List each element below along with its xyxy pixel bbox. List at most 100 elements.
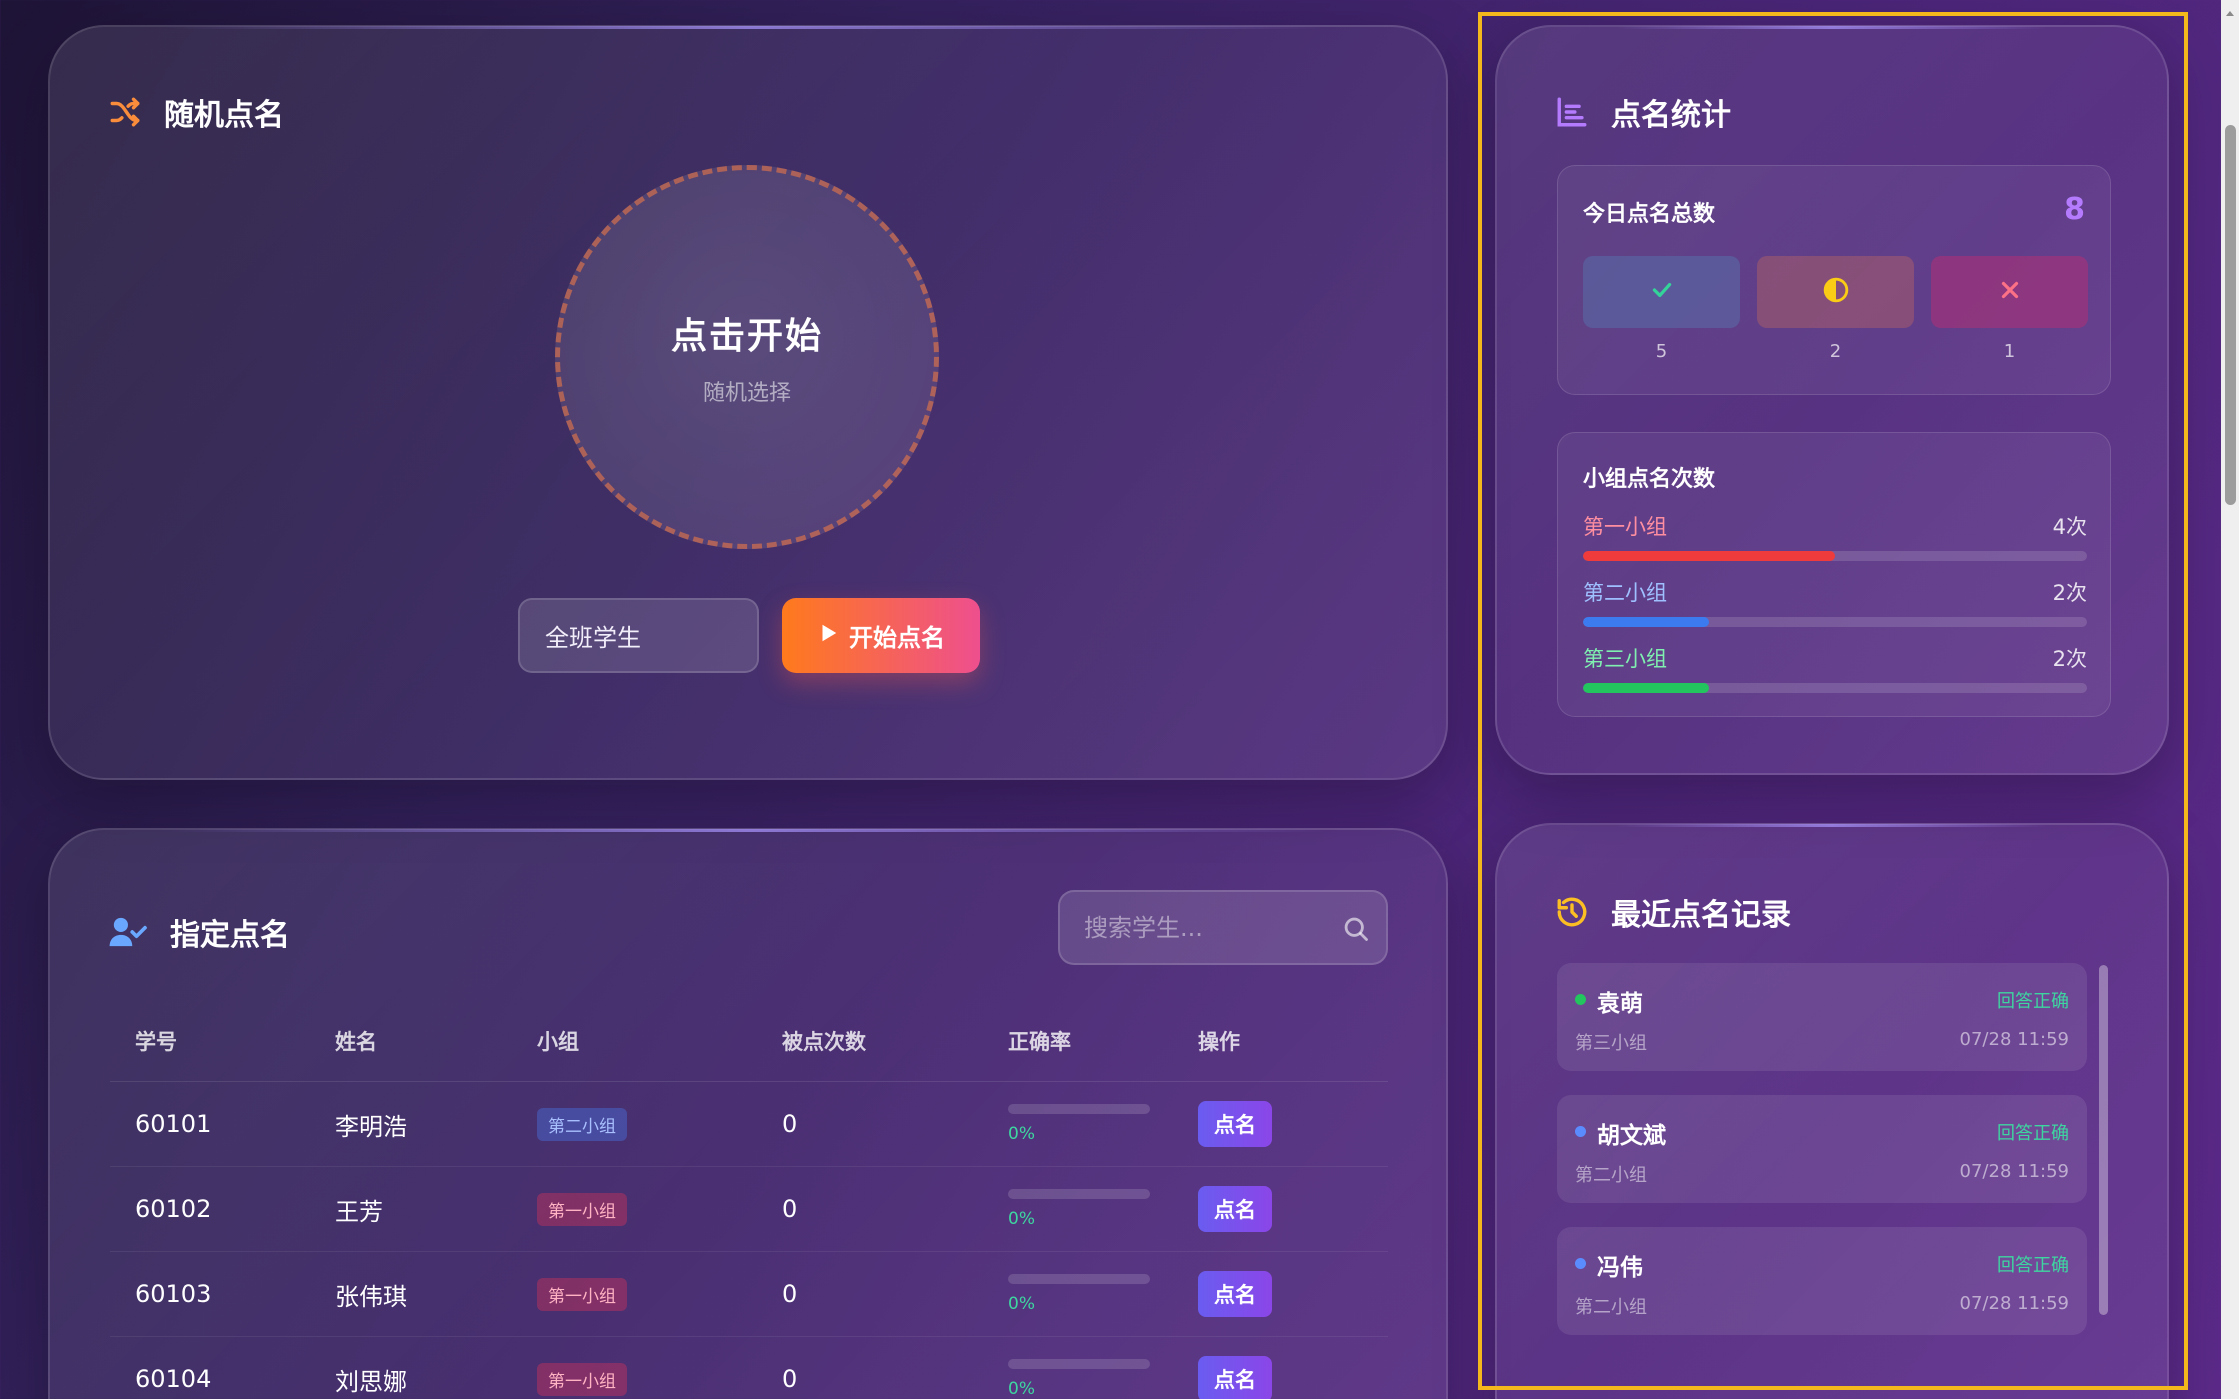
today-total-label: 今日点名总数 [1583, 202, 1716, 227]
wrong-count: 1 [2003, 341, 2016, 362]
accuracy-bar [1008, 1189, 1150, 1199]
group-progress-fill [1583, 617, 1709, 627]
stats-header: 点名统计 [1555, 90, 1731, 134]
group-name: 第三小组 [1583, 647, 1667, 671]
group-progress-track [1583, 683, 2087, 693]
status-dot [1575, 1258, 1586, 1269]
user-check-icon [108, 915, 148, 949]
scope-select[interactable]: 全班学生 [518, 598, 759, 673]
search-input[interactable] [1060, 892, 1386, 963]
search-icon[interactable] [1342, 915, 1370, 943]
record-time: 07/28 11:59 [1959, 1293, 2069, 1314]
record-time: 07/28 11:59 [1959, 1161, 2069, 1182]
student-id: 60103 [135, 1280, 212, 1308]
recent-records-card: 最近点名记录 袁萌 回答正确 第三小组 07/28 11:59 胡文斌 回答正确… [1495, 823, 2169, 1399]
today-total-value: 8 [2064, 192, 2085, 227]
random-call-card: 随机点名 点击开始 随机选择 全班学生 开始点名 [48, 25, 1448, 780]
random-call-title: 随机点名 [164, 98, 284, 133]
stats-card: 点名统计 今日点名总数 8 5 2 1 小组点名次数 第一小组 4次 第二小组 … [1495, 25, 2169, 775]
call-student-button[interactable]: 点名 [1198, 1356, 1272, 1399]
start-call-label: 开始点名 [849, 624, 945, 652]
call-student-button[interactable]: 点名 [1198, 1271, 1272, 1317]
recent-header: 最近点名记录 [1555, 890, 1791, 934]
record-item[interactable]: 胡文斌 回答正确 第二小组 07/28 11:59 [1557, 1095, 2087, 1203]
wheel-main-text: 点击开始 [670, 316, 823, 357]
designated-call-title: 指定点名 [170, 918, 290, 953]
accuracy-text: 0% [1008, 1379, 1035, 1399]
student-id: 60102 [135, 1195, 212, 1223]
group-stat-1: 第一小组 4次 [1583, 511, 2087, 561]
col-header-id: 学号 [135, 1029, 177, 1054]
record-group: 第三小组 [1575, 1033, 1647, 1054]
col-header-action: 操作 [1198, 1029, 1240, 1054]
table-row: 60101 李明浩 第二小组 0 0% 点名 [110, 1082, 1388, 1167]
record-item[interactable]: 袁萌 回答正确 第三小组 07/28 11:59 [1557, 963, 2087, 1071]
page-scrollbar[interactable] [2221, 0, 2239, 1399]
record-status: 回答正确 [1997, 1255, 2069, 1276]
group-count-label: 小组点名次数 [1583, 467, 1716, 492]
col-header-group: 小组 [537, 1029, 579, 1054]
record-status: 回答正确 [1997, 991, 2069, 1012]
table-row: 60104 刘思娜 第一小组 0 0% 点名 [110, 1337, 1388, 1399]
bar-chart-icon [1555, 95, 1589, 129]
accuracy-bar [1008, 1359, 1150, 1369]
call-count: 0 [782, 1110, 798, 1138]
close-icon [1997, 277, 2023, 307]
group-name: 第一小组 [1583, 515, 1667, 539]
student-name: 刘思娜 [335, 1367, 407, 1396]
half-circle-icon [1823, 277, 1849, 307]
designated-call-card: 指定点名 学号 姓名 小组 被点次数 正确率 操作 60101 李明浩 第二小组… [48, 828, 1448, 1399]
group-progress-track [1583, 551, 2087, 561]
wheel-sub-text: 随机选择 [702, 381, 791, 406]
group-progress-fill [1583, 683, 1709, 693]
correct-tile [1583, 256, 1740, 328]
check-icon [1649, 277, 1675, 307]
student-name: 李明浩 [335, 1112, 407, 1141]
col-header-rate: 正确率 [1008, 1029, 1071, 1054]
student-search[interactable] [1058, 890, 1388, 965]
correct-count: 5 [1655, 341, 1668, 362]
history-icon [1555, 895, 1589, 929]
record-status: 回答正确 [1997, 1123, 2069, 1144]
group-progress-track [1583, 617, 2087, 627]
student-id: 60101 [135, 1110, 212, 1138]
student-table: 学号 姓名 小组 被点次数 正确率 操作 60101 李明浩 第二小组 0 0%… [110, 1000, 1388, 1399]
student-name: 王芳 [335, 1197, 383, 1226]
today-total-box: 今日点名总数 8 5 2 1 [1557, 165, 2111, 395]
page-scrollbar-thumb[interactable] [2225, 125, 2236, 505]
group-stat-2: 第二小组 2次 [1583, 577, 2087, 627]
group-count: 4次 [2052, 515, 2087, 539]
accuracy-bar [1008, 1274, 1150, 1284]
status-dot [1575, 1126, 1586, 1137]
call-student-button[interactable]: 点名 [1198, 1101, 1272, 1147]
record-item[interactable]: 冯伟 回答正确 第二小组 07/28 11:59 [1557, 1227, 2087, 1335]
accuracy-text: 0% [1008, 1124, 1035, 1144]
group-tag: 第一小组 [537, 1192, 627, 1226]
record-name: 袁萌 [1597, 991, 1643, 1017]
accuracy-text: 0% [1008, 1209, 1035, 1229]
group-count-box: 小组点名次数 第一小组 4次 第二小组 2次 第三小组 2次 [1557, 432, 2111, 717]
partial-tile [1757, 256, 1914, 328]
student-id: 60104 [135, 1365, 212, 1393]
group-name: 第二小组 [1583, 581, 1667, 605]
group-progress-fill [1583, 551, 1835, 561]
recent-list: 袁萌 回答正确 第三小组 07/28 11:59 胡文斌 回答正确 第二小组 0… [1557, 963, 2087, 1359]
designated-call-header: 指定点名 [108, 910, 290, 954]
table-row: 60103 张伟琪 第一小组 0 0% 点名 [110, 1252, 1388, 1337]
group-count: 2次 [2052, 647, 2087, 671]
wrong-tile [1931, 256, 2088, 328]
play-icon [817, 622, 839, 650]
random-wheel[interactable]: 点击开始 随机选择 [555, 165, 939, 549]
recent-list-scrollbar[interactable] [2099, 965, 2108, 1315]
recent-title: 最近点名记录 [1611, 898, 1791, 933]
stats-title: 点名统计 [1611, 98, 1731, 133]
record-group: 第二小组 [1575, 1297, 1647, 1318]
call-student-button[interactable]: 点名 [1198, 1186, 1272, 1232]
status-dot [1575, 994, 1586, 1005]
accuracy-text: 0% [1008, 1294, 1035, 1314]
start-call-button[interactable]: 开始点名 [782, 598, 980, 673]
scroll-up-icon[interactable] [2225, 4, 2235, 16]
group-tag: 第二小组 [537, 1107, 627, 1141]
record-name: 胡文斌 [1597, 1123, 1666, 1149]
record-group: 第二小组 [1575, 1165, 1647, 1186]
